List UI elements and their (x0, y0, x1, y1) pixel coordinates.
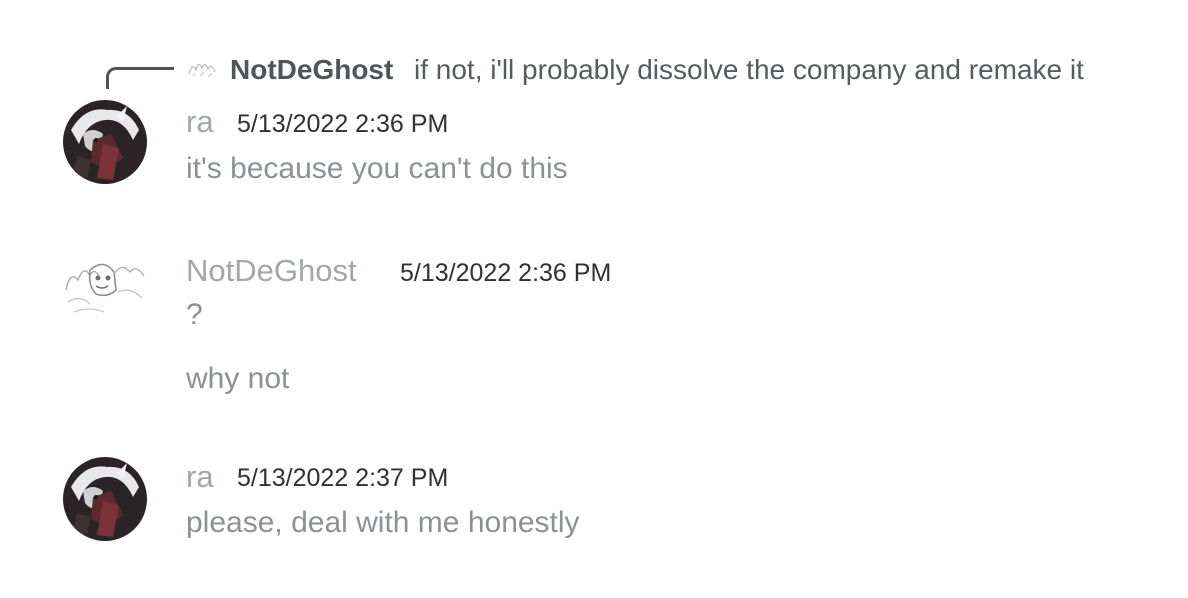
reply-spine-connector (106, 67, 174, 89)
message-text: ? (186, 298, 203, 331)
avatar[interactable] (63, 100, 147, 184)
message-timestamp: 5/13/2022 2:37 PM (237, 464, 449, 492)
message-timestamp: 5/13/2022 2:36 PM (400, 259, 612, 287)
reply-author-avatar[interactable] (186, 56, 218, 82)
avatar[interactable] (63, 457, 147, 541)
message-author[interactable]: ra (186, 459, 214, 495)
message-author[interactable]: NotDeGhost (186, 253, 357, 289)
avatar[interactable] (60, 256, 148, 318)
message-author[interactable]: ra (186, 104, 214, 140)
reply-author-name[interactable]: NotDeGhost (230, 54, 393, 86)
message-text: why not (186, 362, 290, 395)
message-timestamp: 5/13/2022 2:36 PM (237, 110, 449, 138)
reply-preview-text[interactable]: if not, i'll probably dissolve the compa… (414, 54, 1084, 86)
message-text: it's because you can't do this (186, 152, 568, 185)
message-text: please, deal with me honestly (186, 506, 580, 539)
